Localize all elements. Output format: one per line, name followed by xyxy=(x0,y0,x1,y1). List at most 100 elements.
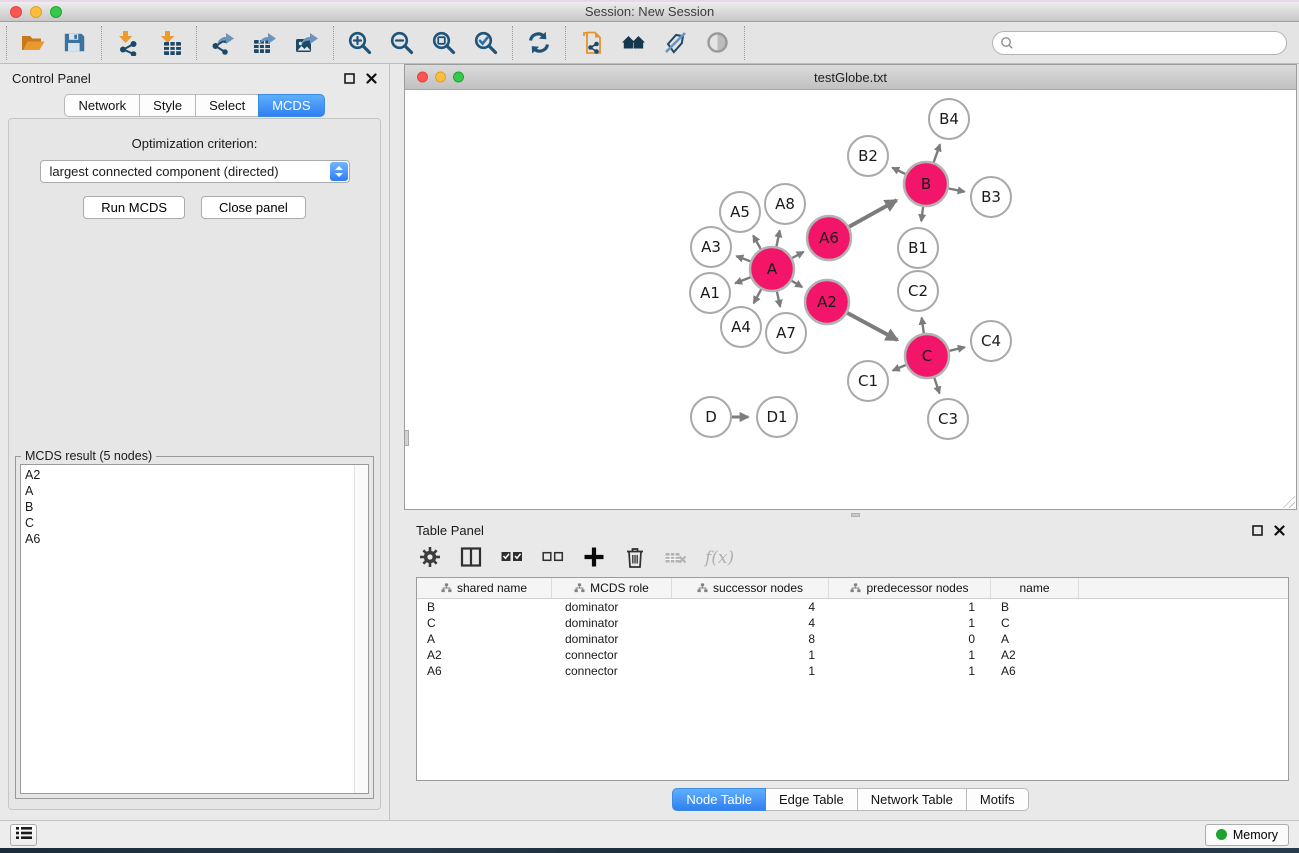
node-A[interactable]: A xyxy=(750,247,794,291)
node-A4[interactable]: A4 xyxy=(721,307,761,347)
edge-A-A7[interactable] xyxy=(777,292,780,307)
network-zoom-button[interactable] xyxy=(453,72,464,83)
result-item[interactable]: C xyxy=(25,515,364,531)
edge-B-B2[interactable] xyxy=(892,168,905,174)
search-input[interactable] xyxy=(992,31,1287,55)
horizontal-splitter[interactable] xyxy=(404,510,1297,520)
edge-A2-C[interactable] xyxy=(847,313,897,340)
edge-B-B3[interactable] xyxy=(949,189,965,192)
optimization-dropdown[interactable]: largest connected component (directed) xyxy=(40,160,350,183)
zoom-window-button[interactable] xyxy=(50,6,62,18)
edge-A-A6[interactable] xyxy=(792,252,803,258)
double-home-button[interactable] xyxy=(619,28,649,58)
edge-A-A3[interactable] xyxy=(736,256,750,261)
tab-style[interactable]: Style xyxy=(139,94,196,117)
edge-A-A1[interactable] xyxy=(735,277,751,283)
network-minimize-button[interactable] xyxy=(435,72,446,83)
edge-A-A4[interactable] xyxy=(754,289,762,303)
column-header-name[interactable]: name xyxy=(991,578,1079,598)
node-C2[interactable]: C2 xyxy=(898,271,938,311)
result-item[interactable]: B xyxy=(25,499,364,515)
export-image-button[interactable] xyxy=(292,28,322,58)
node-D[interactable]: D xyxy=(691,397,731,437)
node-A7[interactable]: A7 xyxy=(766,313,806,353)
result-item[interactable]: A6 xyxy=(25,531,364,547)
column-header-successor-nodes[interactable]: successor nodes xyxy=(672,578,829,598)
deselect-all-button[interactable] xyxy=(541,545,567,571)
save-button[interactable] xyxy=(60,28,90,58)
node-B[interactable]: B xyxy=(904,162,948,206)
table-row[interactable]: Bdominator41B xyxy=(417,599,1288,615)
node-A6[interactable]: A6 xyxy=(807,216,851,260)
close-panel-icon[interactable] xyxy=(366,73,377,84)
export-table-button[interactable] xyxy=(250,28,280,58)
export-network-button[interactable] xyxy=(208,28,238,58)
column-header-shared-name[interactable]: shared name xyxy=(417,578,552,598)
node-B3[interactable]: B3 xyxy=(971,177,1011,217)
close-table-panel-icon[interactable] xyxy=(1274,525,1285,536)
columns-button[interactable] xyxy=(459,545,485,571)
edge-A6-B[interactable] xyxy=(849,200,897,227)
zoom-in-button[interactable] xyxy=(345,28,375,58)
import-table-button[interactable] xyxy=(155,28,185,58)
label-strike-button[interactable] xyxy=(661,28,691,58)
delete-button[interactable] xyxy=(623,545,649,571)
column-header-MCDS-role[interactable]: MCDS role xyxy=(552,578,672,598)
table-row[interactable]: Cdominator41C xyxy=(417,615,1288,631)
node-A8[interactable]: A8 xyxy=(765,184,805,224)
edge-A-A8[interactable] xyxy=(777,230,780,246)
refresh-button[interactable] xyxy=(524,28,554,58)
result-scrollbar[interactable] xyxy=(354,465,368,793)
mcds-result-list[interactable]: A2ABCA6 xyxy=(20,464,369,794)
table-row[interactable]: Adominator80A xyxy=(417,631,1288,647)
import-network-button[interactable] xyxy=(113,28,143,58)
close-window-button[interactable] xyxy=(10,6,22,18)
edge-C-C3[interactable] xyxy=(934,378,939,394)
node-C4[interactable]: C4 xyxy=(971,321,1011,361)
node-C1[interactable]: C1 xyxy=(848,361,888,401)
gear-button[interactable] xyxy=(418,545,444,571)
node-B2[interactable]: B2 xyxy=(848,136,888,176)
half-sphere-button[interactable] xyxy=(703,28,733,58)
network-window-titlebar[interactable]: testGlobe.txt xyxy=(405,65,1296,90)
edge-A-A2[interactable] xyxy=(792,281,803,287)
edge-C-C2[interactable] xyxy=(922,318,924,334)
task-history-button[interactable] xyxy=(10,824,37,846)
network-canvas[interactable]: B4B2BB3A5A8A6A3AB1A1A2C2A4A7C4CC1DD1C3 xyxy=(405,90,1296,509)
folder-open-button[interactable] xyxy=(18,28,48,58)
doc-share-button[interactable] xyxy=(577,28,607,58)
node-C[interactable]: C xyxy=(905,334,949,378)
edge-C-C1[interactable] xyxy=(893,365,906,371)
float-panel-icon[interactable] xyxy=(344,73,355,84)
edge-B-B1[interactable] xyxy=(921,207,923,221)
result-item[interactable]: A xyxy=(25,483,364,499)
tab-node-table[interactable]: Node Table xyxy=(672,788,766,811)
run-mcds-button[interactable]: Run MCDS xyxy=(83,196,185,219)
select-all-button[interactable] xyxy=(500,545,526,571)
minimize-window-button[interactable] xyxy=(30,6,42,18)
node-C3[interactable]: C3 xyxy=(928,399,968,439)
tab-network[interactable]: Network xyxy=(64,94,140,117)
node-D1[interactable]: D1 xyxy=(757,397,797,437)
tab-motifs[interactable]: Motifs xyxy=(966,788,1029,811)
tab-mcds[interactable]: MCDS xyxy=(258,94,324,117)
close-panel-button[interactable]: Close panel xyxy=(201,196,306,219)
node-A5[interactable]: A5 xyxy=(720,192,760,232)
edge-C-C4[interactable] xyxy=(949,347,964,351)
delete-table-button[interactable] xyxy=(664,545,690,571)
node-A3[interactable]: A3 xyxy=(691,227,731,267)
zoom-selected-button[interactable] xyxy=(471,28,501,58)
add-button[interactable] xyxy=(582,545,608,571)
table-row[interactable]: A2connector11A2 xyxy=(417,647,1288,663)
table-row[interactable]: A6connector11A6 xyxy=(417,663,1288,679)
tab-network-table[interactable]: Network Table xyxy=(857,788,967,811)
network-close-button[interactable] xyxy=(417,72,428,83)
column-header-predecessor-nodes[interactable]: predecessor nodes xyxy=(829,578,991,598)
edge-A-A5[interactable] xyxy=(753,236,761,249)
tab-edge-table[interactable]: Edge Table xyxy=(765,788,858,811)
function-builder-button[interactable]: f(x) xyxy=(705,545,734,571)
node-A2[interactable]: A2 xyxy=(805,280,849,324)
zoom-fit-button[interactable] xyxy=(429,28,459,58)
node-B1[interactable]: B1 xyxy=(898,228,938,268)
node-A1[interactable]: A1 xyxy=(690,273,730,313)
